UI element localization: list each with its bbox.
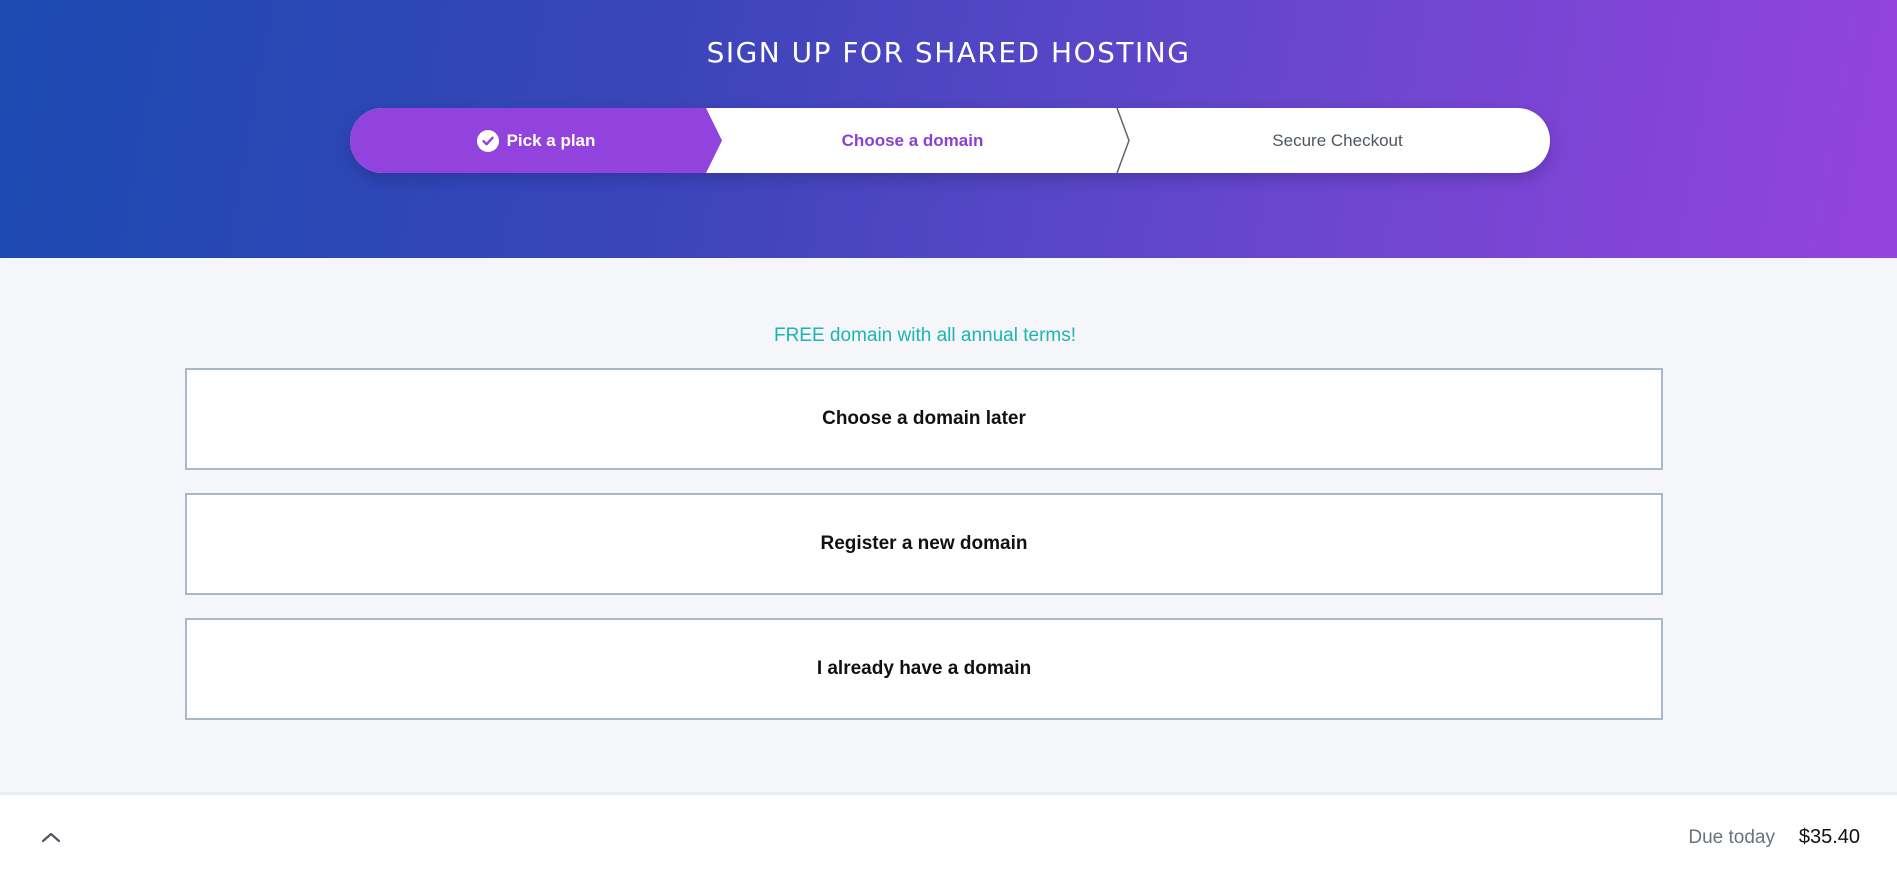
step-label: Pick a plan: [506, 130, 596, 150]
due-today-label: Due today: [1688, 827, 1775, 848]
option-label: Choose a domain later: [822, 408, 1026, 429]
step-pick-a-plan[interactable]: Pick a plan: [350, 108, 722, 173]
header-banner: SIGN UP FOR SHARED HOSTING Pick a plan C…: [0, 0, 1897, 258]
register-new-domain-button[interactable]: Register a new domain: [185, 493, 1663, 595]
order-summary-bar: Due today $35.40: [0, 792, 1897, 890]
step-label: Choose a domain: [841, 130, 984, 150]
option-label: I already have a domain: [816, 658, 1032, 679]
step-choose-a-domain[interactable]: Choose a domain: [710, 108, 1115, 173]
page-title: SIGN UP FOR SHARED HOSTING: [706, 36, 1191, 69]
free-domain-promo: FREE domain with all annual terms!: [773, 325, 1076, 346]
check-circle-icon: [476, 129, 499, 152]
step-label: Secure Checkout: [1272, 130, 1403, 150]
already-have-domain-button[interactable]: I already have a domain: [185, 618, 1663, 720]
option-label: Register a new domain: [820, 533, 1028, 554]
choose-domain-later-button[interactable]: Choose a domain later: [185, 368, 1663, 470]
page: SIGN UP FOR SHARED HOSTING Pick a plan C…: [0, 0, 1897, 890]
checkout-stepper: Pick a plan Choose a domain Secure Check…: [350, 108, 1550, 173]
expand-summary-button[interactable]: [36, 825, 66, 849]
step-secure-checkout[interactable]: Secure Checkout: [1125, 108, 1550, 173]
chevron-up-icon: [41, 832, 61, 843]
due-today-amount: $35.40: [1798, 826, 1860, 848]
